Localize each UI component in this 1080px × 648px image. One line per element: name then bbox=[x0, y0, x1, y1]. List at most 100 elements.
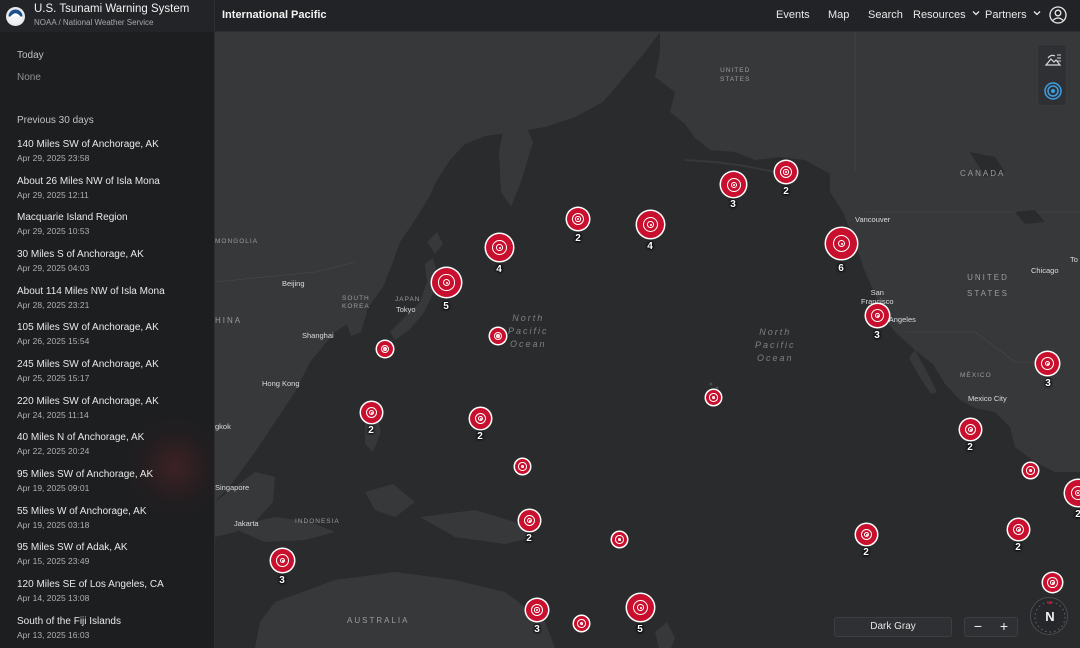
chevron-down-icon bbox=[1033, 11, 1041, 16]
label-south-korea: SOUTH KOREA bbox=[342, 295, 370, 310]
event-marker[interactable] bbox=[627, 594, 654, 621]
event-marker[interactable] bbox=[486, 234, 513, 261]
nav-resources[interactable]: Resources bbox=[913, 9, 980, 21]
label-beijing: Beijing bbox=[282, 279, 305, 288]
label-north-pacific-ocean-west: North Pacific Ocean bbox=[508, 313, 549, 349]
event-marker[interactable] bbox=[866, 304, 889, 327]
event-title: 105 Miles SW of Anchorage, AK bbox=[17, 322, 159, 333]
event-item[interactable]: 40 Miles N of Anchorage, AK Apr 22, 2025 … bbox=[17, 432, 207, 457]
label-hong-kong: Hong Kong bbox=[262, 379, 300, 388]
layers-icon[interactable] bbox=[1043, 50, 1063, 70]
event-date: Apr 19, 2025 09:01 bbox=[17, 483, 90, 493]
label-japan: JAPAN bbox=[395, 296, 421, 303]
basemap-land bbox=[215, 32, 1080, 648]
event-marker[interactable] bbox=[612, 532, 627, 547]
cluster-count: 2 bbox=[368, 425, 374, 436]
event-title: 245 Miles SW of Anchorage, AK bbox=[17, 359, 159, 370]
event-marker[interactable] bbox=[721, 172, 746, 197]
brand-area[interactable]: U.S. Tsunami Warning System NOAA / Natio… bbox=[0, 0, 215, 32]
zoom-out-button[interactable]: − bbox=[965, 618, 991, 636]
nav-map[interactable]: Map bbox=[828, 9, 849, 21]
cluster-count: 2 bbox=[967, 442, 973, 453]
event-marker[interactable] bbox=[526, 599, 548, 621]
event-date: Apr 13, 2025 16:03 bbox=[17, 630, 90, 640]
cluster-count: 2 bbox=[783, 186, 789, 197]
label-vancouver: Vancouver bbox=[855, 215, 891, 224]
event-marker[interactable] bbox=[567, 208, 589, 230]
cluster-count: 3 bbox=[874, 330, 880, 341]
label-singapore: Singapore bbox=[215, 483, 250, 492]
event-item[interactable]: About 114 Miles NW of Isla Mona Apr 28, 2… bbox=[17, 286, 207, 311]
event-item[interactable]: 120 Miles SE of Los Angeles, CA Apr 14, 2… bbox=[17, 579, 207, 604]
event-item[interactable]: 30 Miles S of Anchorage, AK Apr 29, 2025 … bbox=[17, 249, 207, 274]
chevron-down-icon bbox=[972, 11, 980, 16]
event-title: About 114 Miles NW of Isla Mona bbox=[17, 286, 165, 297]
event-date: Apr 29, 2025 10:53 bbox=[17, 226, 90, 236]
nav-partners[interactable]: Partners bbox=[985, 9, 1041, 21]
cluster-count: 2 bbox=[863, 547, 869, 558]
today-label: Today bbox=[17, 50, 44, 61]
event-item[interactable]: Macquarie Island Region Apr 29, 2025 10:5… bbox=[17, 212, 207, 237]
cluster-count: 2 bbox=[1075, 509, 1080, 520]
user-account-icon[interactable] bbox=[1049, 6, 1067, 24]
compass-button[interactable]: N bbox=[1030, 597, 1068, 635]
event-marker[interactable] bbox=[856, 524, 877, 545]
event-marker[interactable] bbox=[1043, 573, 1062, 592]
event-title: 30 Miles S of Anchorage, AK bbox=[17, 249, 144, 260]
map-tools-panel bbox=[1037, 44, 1067, 106]
event-item[interactable]: 105 Miles SW of Anchorage, AK Apr 26, 202… bbox=[17, 322, 207, 347]
event-date: Apr 29, 2025 04:03 bbox=[17, 263, 90, 273]
label-to: To bbox=[1070, 255, 1078, 264]
event-marker[interactable] bbox=[377, 341, 393, 357]
nav-partners-label: Partners bbox=[985, 9, 1027, 21]
nav-events[interactable]: Events bbox=[776, 9, 810, 21]
event-marker[interactable] bbox=[826, 228, 857, 259]
event-marker[interactable] bbox=[1036, 352, 1059, 375]
label-united-states: UNITED STATES bbox=[967, 273, 1009, 298]
basemap-selector[interactable]: Dark Gray bbox=[834, 617, 952, 637]
event-marker[interactable] bbox=[775, 161, 797, 183]
event-marker[interactable] bbox=[432, 268, 461, 297]
nav-search[interactable]: Search bbox=[868, 9, 903, 21]
event-marker[interactable] bbox=[271, 549, 294, 572]
event-item[interactable]: 220 Miles SW of Anchorage, AK Apr 24, 202… bbox=[17, 396, 207, 421]
event-item[interactable]: 95 Miles SW of Adak, AK Apr 15, 2025 23:4… bbox=[17, 542, 207, 567]
event-item[interactable]: South of the Fiji Islands Apr 13, 2025 16… bbox=[17, 616, 207, 641]
cluster-count: 5 bbox=[637, 624, 643, 635]
cluster-count: 2 bbox=[477, 431, 483, 442]
event-title: 95 Miles SW of Anchorage, AK bbox=[17, 469, 154, 480]
event-marker[interactable] bbox=[515, 459, 530, 474]
label-china: HINA bbox=[215, 316, 243, 325]
event-item[interactable]: 95 Miles SW of Anchorage, AK Apr 19, 2025… bbox=[17, 469, 207, 494]
noaa-logo-icon bbox=[6, 7, 25, 26]
cluster-count: 2 bbox=[1015, 542, 1021, 553]
event-date: Apr 15, 2025 23:49 bbox=[17, 556, 90, 566]
event-title: South of the Fiji Islands bbox=[17, 616, 121, 627]
event-item[interactable]: 140 Miles SW of Anchorage, AK Apr 29, 202… bbox=[17, 139, 207, 164]
event-marker[interactable] bbox=[706, 390, 721, 405]
event-item[interactable]: 55 Miles W of Anchorage, AK Apr 19, 2025 … bbox=[17, 506, 207, 531]
cluster-count: 2 bbox=[575, 233, 581, 244]
event-marker[interactable] bbox=[361, 402, 382, 423]
cluster-count: 3 bbox=[534, 624, 540, 635]
tsunami-target-icon[interactable] bbox=[1043, 81, 1063, 101]
event-date: Apr 26, 2025 15:54 bbox=[17, 336, 90, 346]
event-marker[interactable] bbox=[960, 419, 981, 440]
event-date: Apr 29, 2025 12:11 bbox=[17, 190, 89, 200]
label-australia: AUSTRALIA bbox=[347, 616, 410, 625]
event-marker[interactable] bbox=[1008, 519, 1029, 540]
event-marker[interactable] bbox=[1023, 463, 1038, 478]
event-date: Apr 14, 2025 13:08 bbox=[17, 593, 90, 603]
event-marker[interactable] bbox=[490, 328, 506, 344]
cluster-count: 2 bbox=[526, 533, 532, 544]
event-item[interactable]: About 26 Miles NW of Isla Mona Apr 29, 20… bbox=[17, 176, 207, 201]
event-marker[interactable] bbox=[519, 510, 540, 531]
zoom-in-button[interactable]: + bbox=[991, 618, 1017, 636]
event-marker[interactable] bbox=[470, 408, 491, 429]
cluster-count: 4 bbox=[647, 241, 653, 252]
event-marker[interactable] bbox=[637, 211, 664, 238]
event-item[interactable]: 245 Miles SW of Anchorage, AK Apr 25, 202… bbox=[17, 359, 207, 384]
event-marker[interactable] bbox=[574, 616, 589, 631]
compass-north-label: N bbox=[1045, 609, 1055, 624]
pacific-map[interactable]: UNITED STATES CANADA Vancouver UNITED ST… bbox=[215, 32, 1080, 648]
